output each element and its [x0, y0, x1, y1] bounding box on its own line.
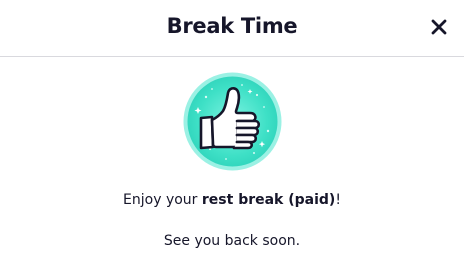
- thumbs-up-icon: [183, 72, 282, 171]
- close-icon: [431, 19, 447, 35]
- break-type-label: rest break (paid): [201, 192, 336, 208]
- dialog-header: Break Time: [0, 0, 464, 57]
- thumbs-up-illustration: [182, 71, 283, 172]
- message-suffix: !: [335, 192, 341, 208]
- break-message: Enjoy your rest break (paid)!: [0, 190, 464, 210]
- farewell-text: See you back soon.: [163, 233, 301, 249]
- break-time-dialog: Break Time Enjoy your rest break (paid)!…: [0, 0, 464, 267]
- close-button[interactable]: [428, 16, 450, 38]
- dialog-title: Break Time: [166, 14, 298, 38]
- message-prefix: Enjoy your: [123, 192, 202, 208]
